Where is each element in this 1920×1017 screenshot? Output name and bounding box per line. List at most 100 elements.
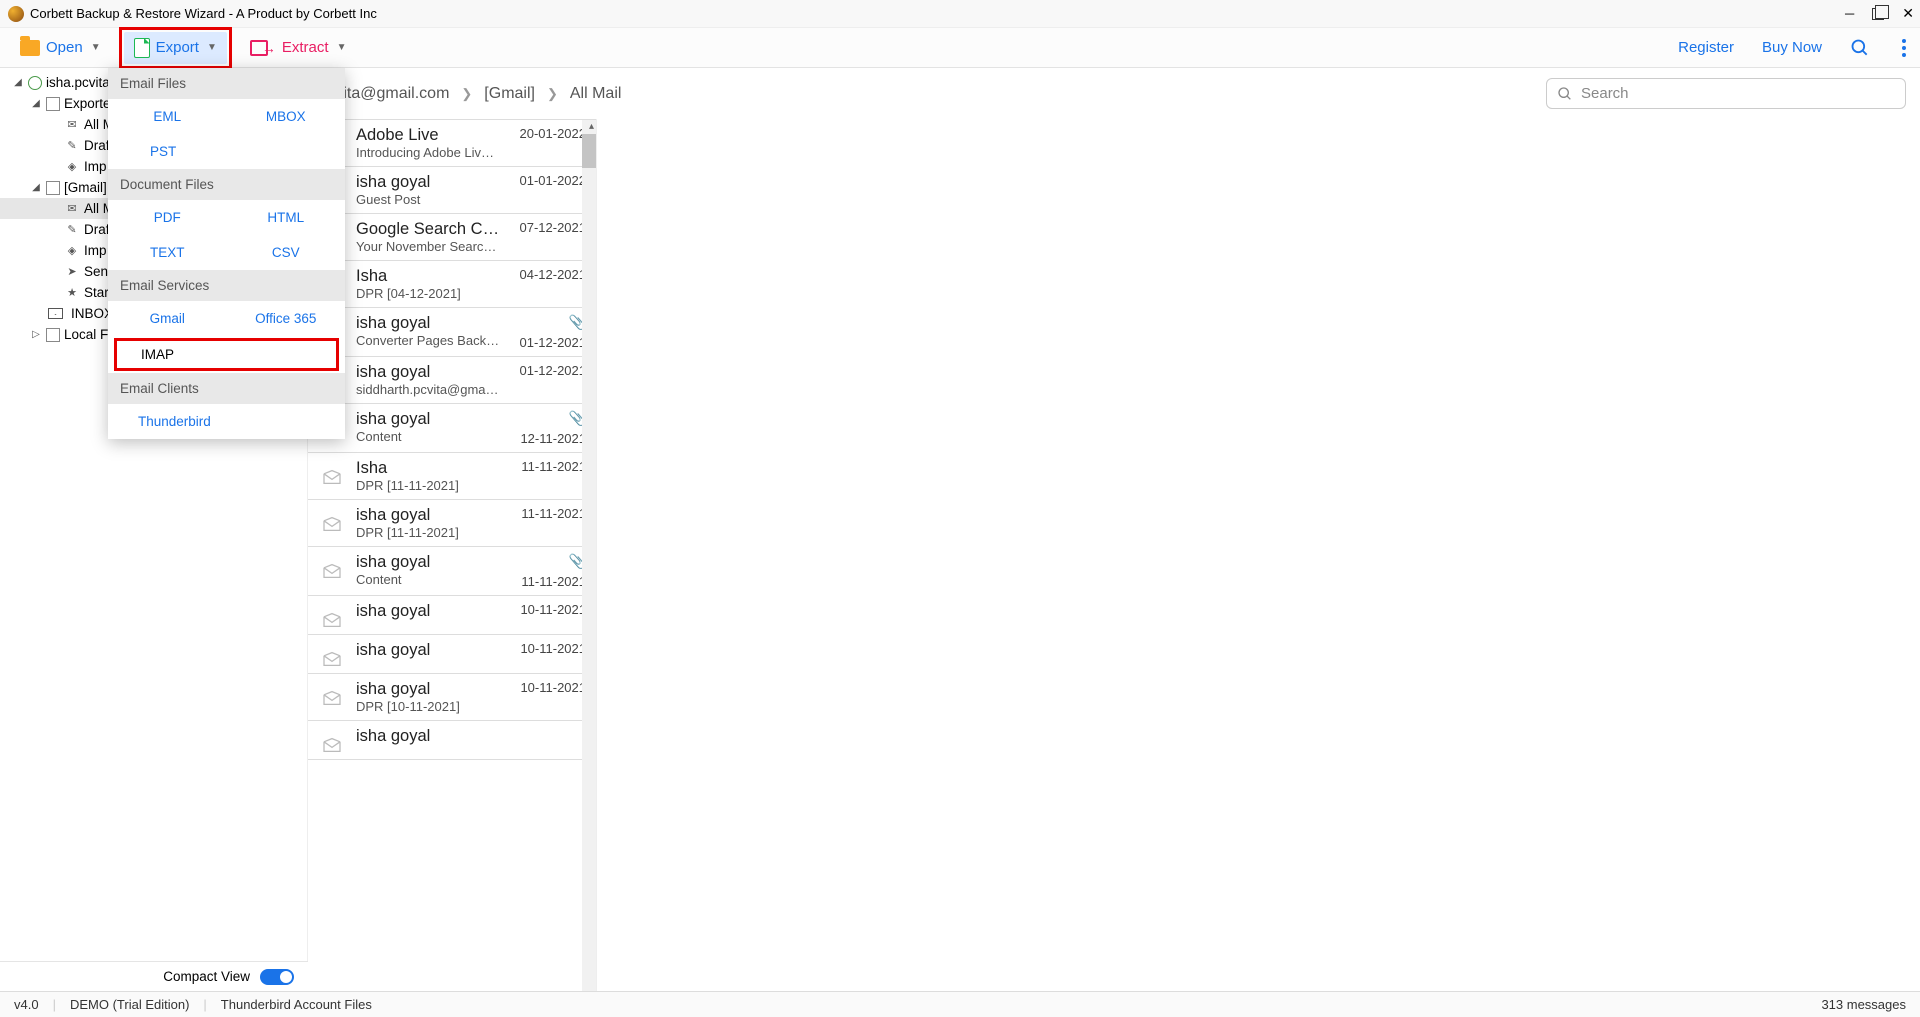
export-pst[interactable]: PST <box>108 144 345 159</box>
message-item[interactable]: IshaDPR [04-12-2021]04-12-2021 <box>308 261 596 308</box>
checkbox[interactable] <box>46 97 60 111</box>
search-icon[interactable] <box>1850 38 1870 58</box>
breadcrumb-item[interactable]: [Gmail] <box>484 85 535 103</box>
export-pdf[interactable]: PDF <box>108 210 227 225</box>
open-label: Open <box>46 39 83 56</box>
message-count: 313 messages <box>1821 997 1906 1012</box>
message-from: isha goyal <box>356 680 500 699</box>
tree-label: INBOX <box>71 306 113 321</box>
menu-header: Document Files <box>108 169 345 200</box>
tree-label: [Gmail] <box>64 180 107 195</box>
extract-icon <box>250 40 268 56</box>
message-date: 01-12-2021 <box>520 335 587 350</box>
scrollbar-track[interactable] <box>582 120 596 991</box>
scroll-up-icon[interactable]: ▴ <box>589 121 594 132</box>
message-list[interactable]: ▴ Adobe LiveIntroducing Adobe Live Short… <box>308 119 596 991</box>
export-button[interactable]: Export ▼ <box>124 32 227 64</box>
status-bar: v4.0 | DEMO (Trial Edition) | Thunderbir… <box>0 991 1920 1017</box>
star-icon: ★ <box>64 286 80 300</box>
export-thunderbird[interactable]: Thunderbird <box>108 404 345 439</box>
message-subject: Introducing Adobe Live Shorts <box>356 145 500 160</box>
folder-icon <box>20 40 40 56</box>
message-item[interactable]: isha goyal10-11-2021 <box>308 635 596 674</box>
export-mbox[interactable]: MBOX <box>227 109 346 124</box>
message-from: Adobe Live <box>356 126 500 145</box>
checkbox[interactable] <box>46 181 60 195</box>
message-subject: Guest Post <box>356 192 500 207</box>
message-from: isha goyal <box>356 602 500 621</box>
compact-view-toggle[interactable] <box>260 969 294 985</box>
main-toolbar: Open ▼ Export ▼ Extract ▼ Register Buy N… <box>0 28 1920 68</box>
message-subject: Content <box>356 429 500 444</box>
folder-tree: ◢isha.pcvita@ ◢Exporte ✉All M ✎Draf ◈Imp… <box>0 68 308 991</box>
breadcrumb-item[interactable]: All Mail <box>570 85 622 103</box>
read-mail-icon <box>316 506 348 532</box>
message-preview <box>596 119 1920 991</box>
export-gmail[interactable]: Gmail <box>108 311 227 326</box>
message-from: isha goyal <box>356 173 500 192</box>
message-item[interactable]: isha goyalContent📎11-11-2021 <box>308 547 596 596</box>
export-csv[interactable]: CSV <box>227 245 346 260</box>
export-text[interactable]: TEXT <box>108 245 227 260</box>
message-item[interactable]: isha goyalContent📎12-11-2021 <box>308 404 596 453</box>
maximize-button[interactable] <box>1872 8 1884 20</box>
tree-label: Draf <box>84 222 110 237</box>
tree-label: Sen <box>84 264 108 279</box>
scrollbar-thumb[interactable] <box>582 134 596 168</box>
extract-button[interactable]: Extract ▼ <box>240 33 357 62</box>
open-button[interactable]: Open ▼ <box>10 33 111 62</box>
extract-label: Extract <box>282 39 329 56</box>
source-label: Thunderbird Account Files <box>221 997 372 1012</box>
message-item[interactable]: isha goyalGuest Post01-01-2022 <box>308 167 596 214</box>
version-label: v4.0 <box>14 997 39 1012</box>
message-item[interactable]: IshaDPR [11-11-2021]11-11-2021 <box>308 453 596 500</box>
export-o365[interactable]: Office 365 <box>227 311 346 326</box>
sent-icon: ➤ <box>64 265 80 279</box>
close-button[interactable] <box>1902 5 1914 22</box>
message-subject: DPR [11-11-2021] <box>356 525 500 540</box>
export-dropdown: Email Files EMLMBOX PST Document Files P… <box>108 68 345 439</box>
important-icon: ◈ <box>64 244 80 258</box>
message-subject: Content <box>356 572 500 587</box>
buy-now-link[interactable]: Buy Now <box>1762 39 1822 56</box>
checkbox[interactable] <box>46 328 60 342</box>
message-from: isha goyal <box>356 727 500 746</box>
message-date: 20-01-2022 <box>520 126 587 141</box>
more-menu-button[interactable] <box>1898 35 1910 61</box>
window-title: Corbett Backup & Restore Wizard - A Prod… <box>30 6 377 21</box>
message-from: isha goyal <box>356 410 500 429</box>
register-link[interactable]: Register <box>1678 39 1734 56</box>
message-date: 12-11-2021 <box>520 431 586 446</box>
message-item[interactable]: Adobe LiveIntroducing Adobe Live Shorts 2… <box>308 120 596 167</box>
titlebar: Corbett Backup & Restore Wizard - A Prod… <box>0 0 1920 28</box>
message-from: isha goyal <box>356 506 500 525</box>
chevron-right-icon: ❯ <box>547 86 558 102</box>
message-date: 07-12-2021 <box>520 220 587 235</box>
message-date: 04-12-2021 <box>520 267 587 282</box>
message-from: Isha <box>356 459 500 478</box>
message-date: 11-11-2021 <box>521 506 586 521</box>
message-item[interactable]: isha goyalDPR [11-11-2021] 11-11-2021 <box>308 500 596 547</box>
message-subject: siddharth.pcvita@gmail.com <box>356 382 500 397</box>
message-item[interactable]: isha goyal10-11-2021 <box>308 596 596 635</box>
read-mail-icon <box>316 641 348 667</box>
read-mail-icon <box>316 727 348 753</box>
message-item[interactable]: isha goyalDPR [10-11-2021]10-11-2021 <box>308 674 596 721</box>
menu-header: Email Services <box>108 270 345 301</box>
mail-icon: ✉ <box>64 118 80 132</box>
message-item[interactable]: isha goyal <box>308 721 596 760</box>
search-input[interactable]: Search <box>1546 78 1906 109</box>
tree-label: Draf <box>84 138 110 153</box>
message-item[interactable]: Google Search Cons...Your November Searc… <box>308 214 596 261</box>
export-icon <box>134 38 150 58</box>
message-from: isha goyal <box>356 314 500 333</box>
minimize-button[interactable] <box>1845 6 1854 21</box>
message-from: isha goyal <box>356 641 500 660</box>
export-eml[interactable]: EML <box>108 109 227 124</box>
read-mail-icon <box>316 553 348 579</box>
message-item[interactable]: isha goyalsiddharth.pcvita@gmail.com01-1… <box>308 357 596 404</box>
export-html[interactable]: HTML <box>227 210 346 225</box>
message-date: 11-11-2021 <box>521 574 586 589</box>
message-item[interactable]: isha goyalConverter Pages Backup📎01-12-2… <box>308 308 596 357</box>
export-imap[interactable]: IMAP <box>114 338 339 371</box>
